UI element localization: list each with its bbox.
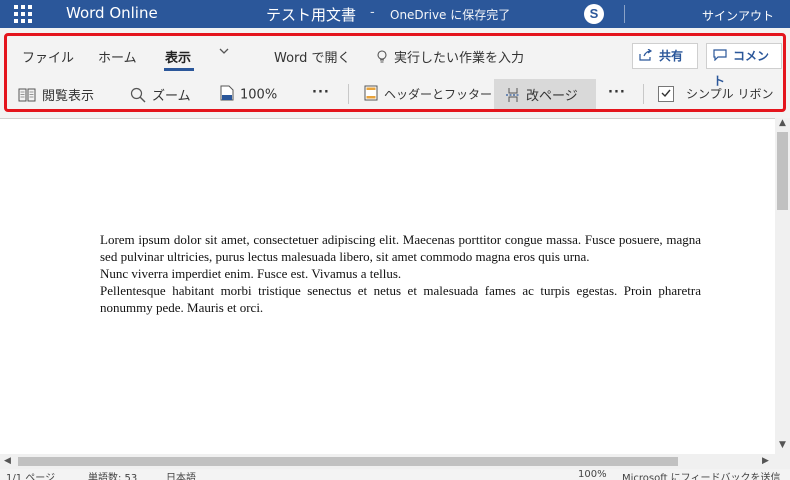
tab-view[interactable]: 表示 xyxy=(165,47,191,66)
title-bar: Word Online テスト用文書 - OneDrive に保存完了 S サイ… xyxy=(0,0,790,28)
title-separator: - xyxy=(370,5,375,20)
chevron-down-icon[interactable] xyxy=(218,45,230,61)
titlebar-divider xyxy=(624,5,625,23)
horizontal-scroll-thumb[interactable] xyxy=(18,457,678,466)
lightbulb-icon xyxy=(376,49,388,68)
status-zoom[interactable]: 100% xyxy=(578,469,607,480)
ribbon-divider-2 xyxy=(643,84,644,104)
feedback-link[interactable]: Microsoft にフィードバックを送信 xyxy=(622,469,781,480)
page-count: 1/1 ページ xyxy=(6,473,56,480)
comment-icon xyxy=(713,45,727,69)
open-in-word-button[interactable]: Word で開く xyxy=(274,47,351,66)
share-button[interactable]: 共有 xyxy=(632,43,698,69)
scroll-up-icon[interactable]: ▲ xyxy=(779,118,786,128)
book-icon xyxy=(18,88,36,106)
scroll-down-icon[interactable]: ▼ xyxy=(779,440,786,450)
tab-file[interactable]: ファイル xyxy=(22,47,74,66)
reading-view-button[interactable]: 閲覧表示 xyxy=(18,85,94,106)
simple-ribbon-checkbox[interactable] xyxy=(658,86,674,102)
page-zoom-icon xyxy=(220,85,234,105)
page-break-label: 改ページ xyxy=(526,89,578,104)
header-footer-icon xyxy=(364,85,378,105)
comment-button[interactable]: コメント xyxy=(706,43,782,88)
paragraph[interactable]: Nunc viverra imperdiet enim. Fusce est. … xyxy=(100,265,701,282)
more-commands-button-2[interactable]: ··· xyxy=(608,85,626,100)
share-icon xyxy=(639,45,653,69)
ribbon-tab-row: ファイル ホーム 表示 Word で開く 実行したい作業を入力 共有 コメント xyxy=(0,40,790,88)
vertical-scroll-thumb[interactable] xyxy=(777,132,788,210)
simple-ribbon-label[interactable]: シンプル リボン xyxy=(686,85,773,102)
document-canvas[interactable]: Lorem ipsum dolor sit amet, consectetuer… xyxy=(0,118,775,454)
share-label: 共有 xyxy=(659,49,684,63)
active-tab-indicator xyxy=(164,68,194,71)
paragraph[interactable]: Pellentesque habitant morbi tristique se… xyxy=(100,282,701,316)
skype-icon[interactable]: S xyxy=(584,4,604,24)
zoom-label: ズーム xyxy=(152,89,191,104)
tell-me-label: 実行したい作業を入力 xyxy=(394,51,525,66)
document-title[interactable]: テスト用文書 xyxy=(266,4,356,25)
header-footer-label: ヘッダーとフッター xyxy=(384,87,493,102)
scroll-corner xyxy=(775,454,790,469)
app-name[interactable]: Word Online xyxy=(66,4,158,22)
reading-view-label: 閲覧表示 xyxy=(42,89,95,104)
header-footer-button[interactable]: ヘッダーとフッター xyxy=(364,85,492,105)
app-launcher-icon[interactable] xyxy=(14,5,32,23)
search-icon xyxy=(130,87,146,107)
word-count: 単語数: 53 xyxy=(88,473,138,480)
status-bar: 1/1 ページ 単語数: 53 日本語 100% Microsoft にフィード… xyxy=(0,469,790,480)
scroll-left-icon[interactable]: ◀ xyxy=(4,456,11,466)
signout-link[interactable]: サインアウト xyxy=(702,7,774,24)
ribbon-divider xyxy=(348,84,349,104)
save-status: OneDrive に保存完了 xyxy=(390,8,511,22)
zoom-100-button[interactable]: 100% xyxy=(220,85,277,105)
zoom-100-label: 100% xyxy=(240,87,278,103)
language[interactable]: 日本語 xyxy=(166,469,196,480)
scroll-right-icon[interactable]: ▶ xyxy=(762,456,769,466)
more-commands-button[interactable]: ··· xyxy=(312,85,330,100)
zoom-button[interactable]: ズーム xyxy=(130,85,191,107)
tell-me-box[interactable]: 実行したい作業を入力 xyxy=(376,47,524,68)
ribbon-command-row: 閲覧表示 ズーム 100% ··· ヘッダーとフッター 改ページ ··· シンプ… xyxy=(0,78,790,110)
page-break-button[interactable]: 改ページ xyxy=(506,85,578,107)
tab-home[interactable]: ホーム xyxy=(98,47,137,66)
page-break-icon xyxy=(506,87,520,107)
paragraph[interactable]: Lorem ipsum dolor sit amet, consectetuer… xyxy=(100,231,701,265)
document-body[interactable]: Lorem ipsum dolor sit amet, consectetuer… xyxy=(100,231,701,316)
